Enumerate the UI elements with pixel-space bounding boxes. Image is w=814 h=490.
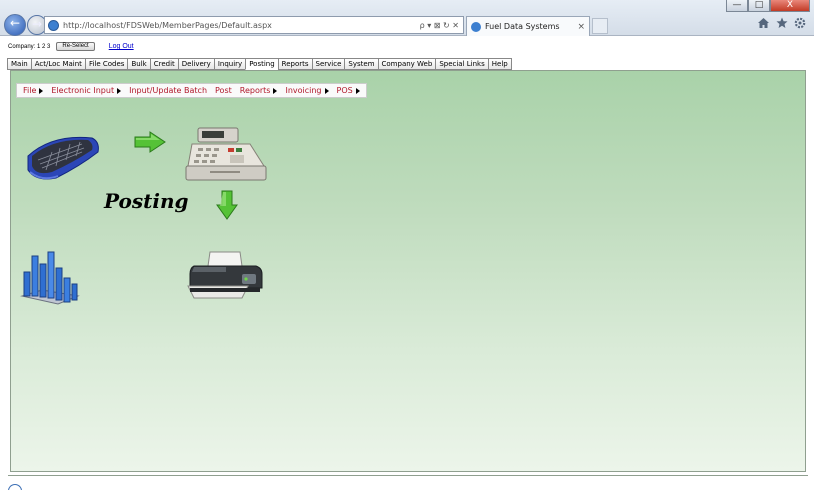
submenu-electronic-input-label: Electronic Input: [51, 86, 115, 95]
keyboard-icon: [27, 136, 99, 180]
tab-main[interactable]: Main: [7, 58, 31, 70]
submenu-pos[interactable]: POS: [333, 86, 364, 95]
gear-icon[interactable]: [794, 17, 806, 29]
tab-title: Fuel Data Systems: [485, 22, 560, 31]
address-bar[interactable]: http://localhost/FDSWeb/MemberPages/Defa…: [44, 16, 464, 34]
submenu-reports[interactable]: Reports: [236, 86, 282, 95]
tab-reports[interactable]: Reports: [277, 58, 312, 70]
submenu-reports-label: Reports: [239, 86, 271, 95]
submenu-invoicing-label: Invoicing: [285, 86, 322, 95]
submenu-file[interactable]: File: [19, 86, 47, 95]
ie-page-icon: [48, 19, 59, 31]
address-tools[interactable]: ρ ▾ ⊠ ↻ ✕: [420, 21, 463, 30]
submenu-arrow-icon: [39, 87, 44, 94]
back-button[interactable]: ←: [4, 14, 26, 36]
tab-service[interactable]: Service: [311, 58, 345, 70]
submenu-arrow-icon: [117, 87, 122, 94]
home-icon[interactable]: [757, 17, 770, 29]
address-text: http://localhost/FDSWeb/MemberPages/Defa…: [63, 20, 272, 30]
browser-tab[interactable]: Fuel Data Systems ×: [466, 16, 590, 36]
submenu-post[interactable]: Post: [211, 86, 236, 95]
bar-chart-icon: [20, 251, 80, 305]
cash-register-icon: [185, 127, 267, 181]
submenu-input-update-batch-label: Input/Update Batch: [129, 86, 208, 95]
tab-company-web[interactable]: Company Web: [377, 58, 436, 70]
tab-delivery[interactable]: Delivery: [177, 58, 214, 70]
submenu-invoicing[interactable]: Invoicing: [281, 86, 332, 95]
tab-bulk[interactable]: Bulk: [127, 58, 150, 70]
tab-credit[interactable]: Credit: [149, 58, 178, 70]
browser-toolbar: [757, 17, 806, 29]
tab-special-links[interactable]: Special Links: [435, 58, 488, 70]
arrow-down-icon: [216, 190, 238, 220]
submenu-post-label: Post: [215, 86, 232, 95]
tab-act-loc-maint[interactable]: Act/Loc Maint: [30, 58, 85, 70]
window-controls: — □ X: [726, 0, 810, 12]
submenu-file-label: File: [23, 86, 37, 95]
tab-file-codes[interactable]: File Codes: [84, 58, 128, 70]
tab-inquiry[interactable]: Inquiry: [213, 58, 246, 70]
tab-help[interactable]: Help: [487, 58, 512, 70]
browser-chrome: — □ X ← → http://localhost/FDSWeb/Member…: [0, 0, 814, 36]
company-row: Company: 1 2 3 Re-Select Log Out: [8, 42, 134, 51]
star-icon[interactable]: [776, 17, 788, 29]
reselect-button[interactable]: Re-Select: [56, 42, 95, 51]
submenu-arrow-icon: [273, 87, 278, 94]
status-bar-icon: [8, 484, 22, 490]
posting-submenu: File Electronic Input Input/Update Batch…: [16, 83, 367, 98]
close-window-button[interactable]: X: [770, 0, 810, 12]
company-label: Company: 1 2 3: [8, 43, 51, 50]
tab-favicon-icon: [471, 21, 481, 32]
page-title: Posting: [104, 189, 189, 213]
tab-system[interactable]: System: [344, 58, 378, 70]
content-panel: [10, 70, 806, 472]
arrow-right-icon: [134, 131, 166, 153]
submenu-arrow-icon: [324, 87, 329, 94]
maximize-button[interactable]: □: [748, 0, 770, 12]
tab-posting[interactable]: Posting: [245, 58, 278, 70]
submenu-electronic-input[interactable]: Electronic Input: [47, 86, 125, 95]
panel-bottom-border: [8, 475, 808, 476]
main-menu-tabs: Main Act/Loc Maint File Codes Bulk Credi…: [7, 58, 512, 70]
logout-link[interactable]: Log Out: [109, 43, 134, 50]
printer-icon: [187, 251, 263, 299]
minimize-button[interactable]: —: [726, 0, 748, 12]
submenu-input-update-batch[interactable]: Input/Update Batch: [125, 86, 211, 95]
submenu-arrow-icon: [355, 87, 360, 94]
new-tab-button[interactable]: [592, 18, 608, 34]
submenu-pos-label: POS: [336, 86, 353, 95]
tab-close-button[interactable]: ×: [577, 22, 589, 32]
